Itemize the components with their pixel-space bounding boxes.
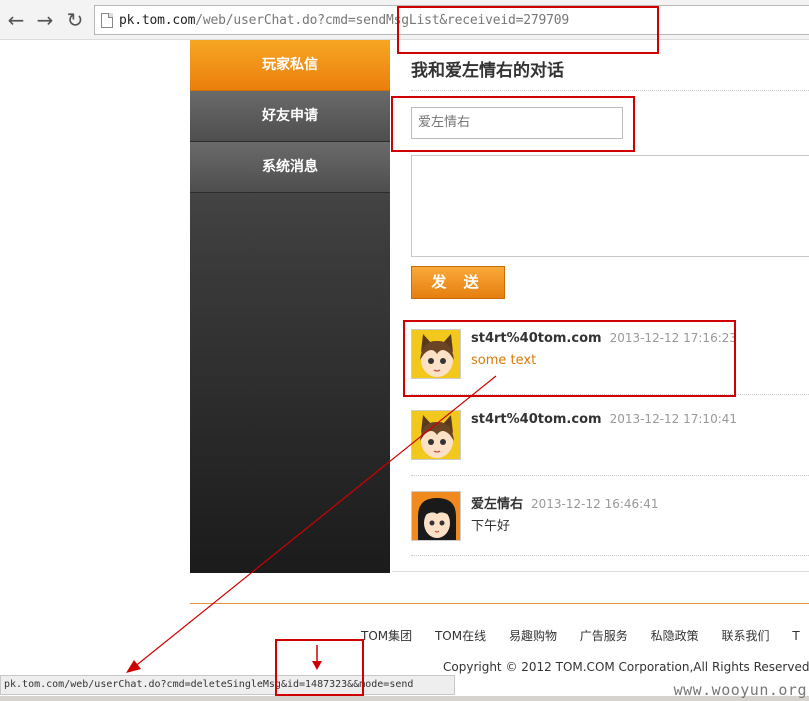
footer-links: TOM集团 TOM在线 易趣购物 广告服务 私隐政策 联系我们 T bbox=[361, 627, 809, 644]
message-text: 下午好 bbox=[471, 519, 511, 534]
footer-link-ad-services[interactable]: 广告服务 bbox=[580, 629, 628, 643]
divider bbox=[411, 394, 809, 395]
arrow-left-icon[interactable]: ← bbox=[4, 8, 28, 32]
message-time: 2013-12-12 17:16:23 bbox=[609, 331, 738, 345]
message-time: 2013-12-12 16:46:41 bbox=[531, 497, 659, 511]
sender-name[interactable]: 爱左情右 2013-12-12 16:46:41 bbox=[471, 493, 658, 512]
sidebar-item-player-messages[interactable]: 玩家私信 bbox=[190, 40, 390, 91]
divider bbox=[411, 90, 809, 91]
message-textarea[interactable] bbox=[411, 155, 809, 257]
black-hair-girl-avatar bbox=[411, 491, 461, 541]
sender-name[interactable]: st4rt%40tom.com 2013-12-12 17:16:23 bbox=[471, 331, 737, 346]
footer-link-privacy[interactable]: 私隐政策 bbox=[651, 629, 699, 643]
sidebar: 玩家私信 好友申请 系统消息 bbox=[190, 40, 390, 573]
recipient-input[interactable]: 爱左情右 bbox=[411, 107, 623, 139]
footer-link-more[interactable]: T bbox=[792, 629, 799, 643]
sender-name-text: st4rt%40tom.com bbox=[471, 412, 602, 427]
reload-icon[interactable]: ↻ bbox=[63, 8, 87, 32]
watermark: www.wooyun.org bbox=[673, 681, 807, 699]
send-button[interactable]: 发 送 bbox=[411, 266, 505, 299]
divider bbox=[411, 475, 809, 476]
address-bar[interactable]: pk.tom.com/web/userChat.do?cmd=sendMsgLi… bbox=[94, 5, 809, 35]
url-text: pk.tom.com/web/userChat.do?cmd=sendMsgLi… bbox=[119, 13, 569, 28]
sender-name[interactable]: st4rt%40tom.com 2013-12-12 17:10:41 bbox=[471, 412, 737, 427]
sidebar-item-friend-requests[interactable]: 好友申请 bbox=[190, 91, 390, 142]
footer-link-tom-online[interactable]: TOM在线 bbox=[435, 629, 486, 643]
message-time: 2013-12-12 17:10:41 bbox=[609, 412, 738, 426]
footer-divider bbox=[190, 603, 809, 604]
url-path: /web/userChat.do?cmd=sendMsgList&receive… bbox=[195, 13, 569, 28]
divider bbox=[392, 571, 809, 572]
annotation-down-arrowhead bbox=[312, 661, 322, 670]
divider bbox=[411, 555, 809, 556]
page-title: 我和爱左情右的对话 bbox=[411, 61, 564, 81]
copyright: Copyright © 2012 TOM.COM Corporation,All… bbox=[443, 660, 809, 674]
arrow-right-icon[interactable]: → bbox=[33, 8, 57, 32]
sender-name-text: st4rt%40tom.com bbox=[471, 331, 602, 346]
cat-ear-girl-avatar bbox=[411, 410, 461, 460]
footer-link-shopping[interactable]: 易趣购物 bbox=[509, 629, 557, 643]
sidebar-item-system-messages[interactable]: 系统消息 bbox=[190, 142, 390, 193]
message-text: some text bbox=[471, 353, 537, 368]
url-host: pk.tom.com bbox=[119, 13, 196, 28]
footer-link-tom-group[interactable]: TOM集团 bbox=[361, 629, 412, 643]
sender-name-text: 爱左情右 bbox=[471, 497, 524, 512]
footer-link-contact[interactable]: 联系我们 bbox=[721, 629, 769, 643]
page-icon bbox=[101, 13, 113, 28]
annotation-arrowhead bbox=[126, 660, 141, 673]
cat-ear-girl-avatar bbox=[411, 329, 461, 379]
status-bar-url: pk.tom.com/web/userChat.do?cmd=deleteSin… bbox=[0, 675, 455, 695]
annotation-overlay bbox=[126, 375, 497, 673]
browser-toolbar: ← → ↻ pk.tom.com/web/userChat.do?cmd=sen… bbox=[0, 0, 809, 40]
